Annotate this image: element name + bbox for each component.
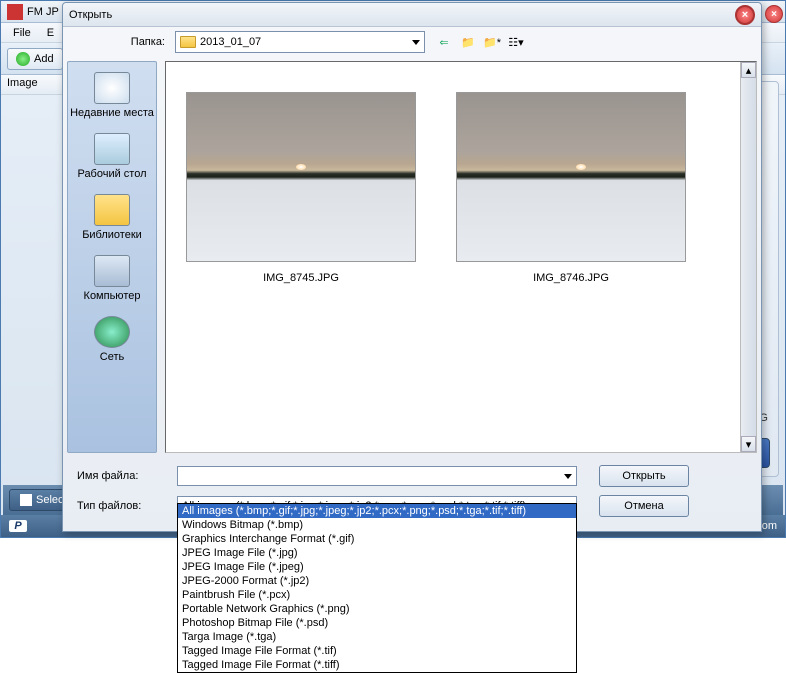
scroll-up-button[interactable]: ▴	[741, 62, 756, 78]
dialog-close-button[interactable]: ×	[735, 5, 755, 25]
image-column-header[interactable]: Image	[7, 77, 38, 89]
place-recent[interactable]: Недавние места	[70, 68, 154, 123]
filetype-option[interactable]: JPEG-2000 Format (*.jp2)	[178, 574, 576, 588]
folder-label: Папка:	[75, 36, 165, 48]
up-folder-icon[interactable]: 📁	[459, 33, 477, 51]
filetype-option[interactable]: Tagged Image File Format (*.tiff)	[178, 658, 576, 672]
dialog-bottom: Имя файла: Открыть Тип файлов: All image…	[63, 457, 761, 525]
filetype-option[interactable]: Portable Network Graphics (*.png)	[178, 602, 576, 616]
folder-icon	[180, 36, 196, 48]
new-folder-icon[interactable]: 📁*	[483, 33, 501, 51]
filename-input[interactable]	[177, 466, 577, 486]
file-name: IMG_8746.JPG	[533, 272, 609, 284]
plus-icon	[16, 52, 30, 66]
chevron-down-icon	[412, 40, 420, 45]
dialog-cancel-button[interactable]: Отмена	[599, 495, 689, 517]
place-network[interactable]: Сеть	[70, 312, 154, 367]
place-recent-label: Недавние места	[70, 107, 154, 119]
place-libraries-label: Библиотеки	[82, 229, 142, 241]
dialog-titlebar: Открыть ×	[63, 3, 761, 27]
add-button-label: Add	[34, 53, 54, 65]
recent-places-icon	[94, 72, 130, 104]
place-desktop[interactable]: Рабочий стол	[70, 129, 154, 184]
menu-edit[interactable]: E	[39, 25, 62, 41]
file-name: IMG_8745.JPG	[263, 272, 339, 284]
app-title: FM JP	[27, 6, 59, 18]
view-menu-icon[interactable]: ☷▾	[507, 33, 525, 51]
computer-icon	[94, 255, 130, 287]
dialog-cancel-label: Отмена	[624, 500, 663, 512]
file-item[interactable]: IMG_8746.JPG	[456, 92, 686, 284]
place-libraries[interactable]: Библиотеки	[70, 190, 154, 245]
filetype-option[interactable]: Windows Bitmap (*.bmp)	[178, 518, 576, 532]
dialog-body: Недавние места Рабочий стол Библиотеки К…	[63, 57, 761, 457]
add-button[interactable]: Add	[7, 48, 63, 70]
filetype-option[interactable]: Graphics Interchange Format (*.gif)	[178, 532, 576, 546]
select-all-icon	[20, 494, 32, 506]
scroll-down-button[interactable]: ▾	[741, 436, 756, 452]
filetype-option[interactable]: Photoshop Bitmap File (*.psd)	[178, 616, 576, 630]
dialog-open-button[interactable]: Открыть	[599, 465, 689, 487]
open-dialog: Открыть × Папка: 2013_01_07 ⇐ 📁 📁* ☷▾ Не…	[62, 2, 762, 532]
chevron-down-icon[interactable]	[564, 474, 572, 479]
main-close-button[interactable]: ×	[765, 5, 783, 23]
filetype-label: Тип файлов:	[77, 500, 167, 512]
place-computer[interactable]: Компьютер	[70, 251, 154, 306]
scroll-track[interactable]	[741, 78, 756, 436]
thumbnails: IMG_8745.JPG IMG_8746.JPG	[166, 62, 756, 314]
place-desktop-label: Рабочий стол	[77, 168, 146, 180]
thumbnail-image	[456, 92, 686, 262]
network-icon	[94, 316, 130, 348]
filetype-option[interactable]: Targa Image (*.tga)	[178, 630, 576, 644]
vertical-scrollbar[interactable]: ▴ ▾	[740, 62, 756, 452]
file-list-area[interactable]: IMG_8745.JPG IMG_8746.JPG ▴ ▾	[165, 61, 757, 453]
thumbnail-image	[186, 92, 416, 262]
places-bar: Недавние места Рабочий стол Библиотеки К…	[67, 61, 157, 453]
filetype-option[interactable]: JPEG Image File (*.jpg)	[178, 546, 576, 560]
filetype-option[interactable]: Tagged Image File Format (*.tif)	[178, 644, 576, 658]
dialog-toolbar: Папка: 2013_01_07 ⇐ 📁 📁* ☷▾	[63, 27, 761, 57]
filetype-dropdown[interactable]: All images (*.bmp;*.gif;*.jpg;*.jpeg;*.j…	[177, 503, 577, 673]
app-icon	[7, 4, 23, 20]
menu-file[interactable]: File	[5, 25, 39, 41]
dialog-title: Открыть	[69, 9, 112, 21]
dialog-open-label: Открыть	[622, 470, 665, 482]
file-item[interactable]: IMG_8745.JPG	[186, 92, 416, 284]
place-network-label: Сеть	[100, 351, 124, 363]
folder-value: 2013_01_07	[200, 36, 261, 48]
libraries-icon	[94, 194, 130, 226]
desktop-icon	[94, 133, 130, 165]
folder-select[interactable]: 2013_01_07	[175, 31, 425, 53]
filetype-option[interactable]: JPEG Image File (*.jpeg)	[178, 560, 576, 574]
place-computer-label: Компьютер	[84, 290, 141, 302]
filetype-option[interactable]: Paintbrush File (*.pcx)	[178, 588, 576, 602]
back-icon[interactable]: ⇐	[435, 33, 453, 51]
filename-label: Имя файла:	[77, 470, 167, 482]
filetype-option[interactable]: All images (*.bmp;*.gif;*.jpg;*.jpeg;*.j…	[178, 504, 576, 518]
paypal-icon[interactable]: P	[9, 520, 27, 532]
nav-icons: ⇐ 📁 📁* ☷▾	[435, 33, 525, 51]
